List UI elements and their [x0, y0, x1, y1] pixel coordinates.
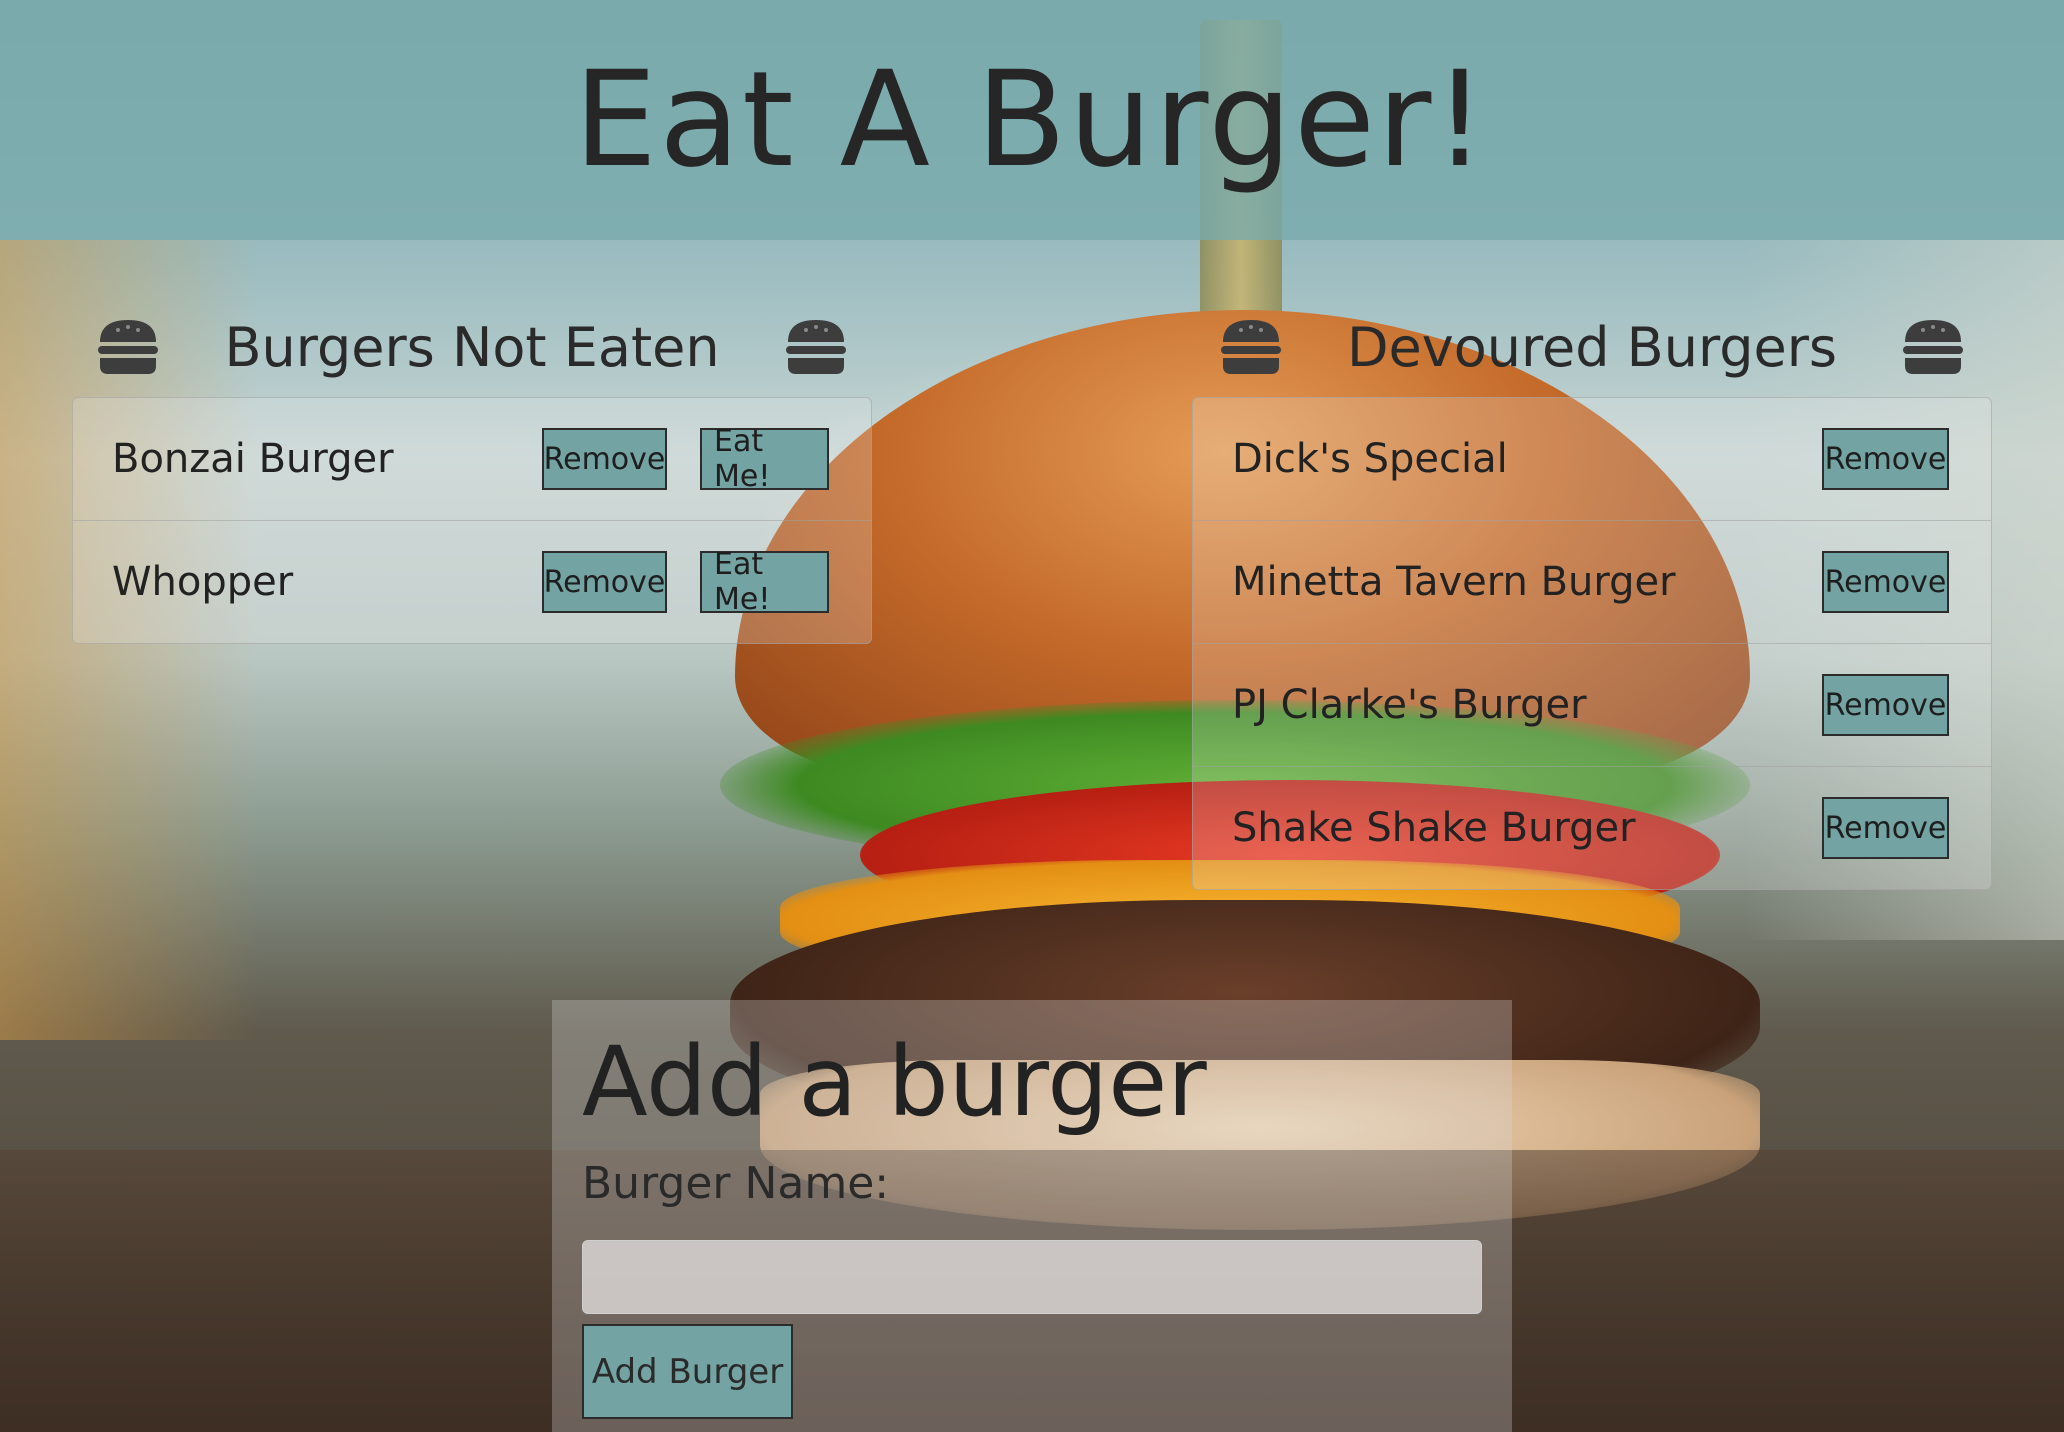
burger-name: Shake Shake Burger [1232, 805, 1636, 851]
list-item: Shake Shake Burger Remove [1193, 766, 1991, 889]
list-item: PJ Clarke's Burger Remove [1193, 643, 1991, 766]
not-eaten-heading-row: Burgers Not Eaten [72, 300, 872, 394]
add-burger-form: Add a burger Burger Name: Add Burger [552, 1000, 1512, 1432]
remove-button[interactable]: Remove [1822, 551, 1949, 613]
list-item: Bonzai Burger Remove Eat Me! [73, 398, 871, 520]
remove-button[interactable]: Remove [542, 551, 667, 613]
burger-name: PJ Clarke's Burger [1232, 682, 1587, 728]
add-burger-heading: Add a burger [582, 1026, 1207, 1138]
devoured-list: Dick's Special Remove Minetta Tavern Bur… [1192, 397, 1992, 890]
burger-name: Minetta Tavern Burger [1232, 559, 1676, 605]
devoured-heading: Devoured Burgers [1346, 315, 1838, 379]
burger-name: Whopper [112, 559, 294, 605]
eat-me-button[interactable]: Eat Me! [700, 424, 829, 494]
burger-name: Dick's Special [1232, 436, 1508, 482]
burger-name: Bonzai Burger [112, 436, 394, 482]
hamburger-icon [96, 318, 160, 376]
remove-button[interactable]: Remove [1822, 797, 1949, 859]
devoured-column: Devoured Burgers Dick's Special Remove M… [1192, 300, 1992, 890]
not-eaten-list: Bonzai Burger Remove Eat Me! Whopper Rem… [72, 397, 872, 644]
hamburger-icon [784, 318, 848, 376]
list-item: Whopper Remove Eat Me! [73, 520, 871, 643]
remove-button[interactable]: Remove [1822, 674, 1949, 736]
list-item: Dick's Special Remove [1193, 398, 1991, 520]
remove-button[interactable]: Remove [542, 428, 667, 490]
not-eaten-heading: Burgers Not Eaten [224, 315, 720, 379]
devoured-heading-row: Devoured Burgers [1192, 300, 1992, 394]
list-item: Minetta Tavern Burger Remove [1193, 520, 1991, 643]
burger-name-label: Burger Name: [582, 1158, 890, 1209]
add-burger-button[interactable]: Add Burger [582, 1324, 793, 1419]
hamburger-icon [1219, 318, 1283, 376]
header-banner: Eat A Burger! [0, 0, 2064, 240]
hamburger-icon [1901, 318, 1965, 376]
eat-me-button[interactable]: Eat Me! [700, 547, 829, 617]
remove-button[interactable]: Remove [1822, 428, 1949, 490]
not-eaten-column: Burgers Not Eaten Bonzai Burger Remove E… [72, 300, 872, 644]
burger-name-input[interactable] [582, 1240, 1482, 1314]
page-title: Eat A Burger! [573, 43, 1489, 197]
